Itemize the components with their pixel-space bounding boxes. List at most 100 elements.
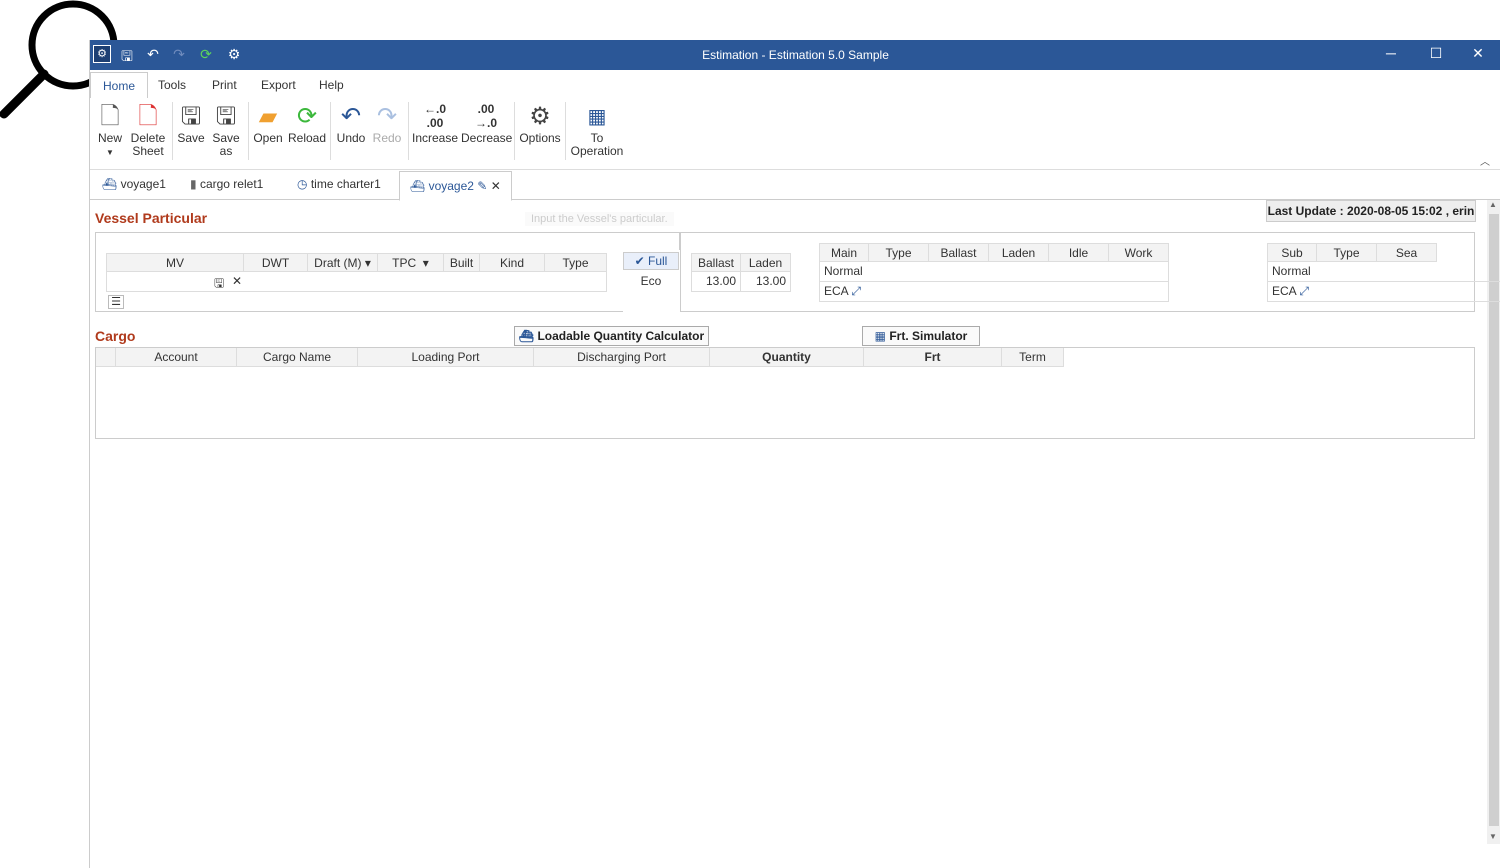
- ship-icon: ⛴: [518, 329, 535, 343]
- col-main-work: Work: [1109, 243, 1169, 262]
- eco-toggle[interactable]: Eco: [623, 274, 679, 288]
- list-icon[interactable]: ☰: [108, 295, 124, 309]
- col-sub: Sub: [1267, 243, 1317, 262]
- main-normal-row: Normal: [819, 262, 1169, 282]
- sub-eca-row: ECA ⤢: [1267, 282, 1500, 302]
- expand-icon[interactable]: ⤢: [851, 284, 861, 298]
- save-icon: 🖫: [180, 103, 202, 130]
- collapse-ribbon-icon[interactable]: ︿: [1480, 153, 1490, 168]
- col-sub-type: Type: [1317, 243, 1377, 262]
- col-frt: Frt: [864, 348, 1002, 367]
- increase-decimal-icon: ←.0.00: [423, 102, 446, 130]
- menu-help[interactable]: Help: [319, 78, 344, 92]
- col-main-laden: Laden: [989, 243, 1049, 262]
- col-main-idle: Idle: [1049, 243, 1109, 262]
- options-button[interactable]: ⚙ Options: [518, 102, 562, 145]
- vessel-hint: Input the Vessel's particular.: [525, 212, 674, 226]
- minimize-icon[interactable]: ─: [1376, 45, 1406, 61]
- col-account: Account: [116, 348, 237, 367]
- expand-icon[interactable]: ⤢: [1299, 284, 1309, 298]
- loadable-quantity-calculator-button[interactable]: ⛴ Loadable Quantity Calculator: [514, 326, 709, 346]
- app-window: ⚙ 🖫 ↶ ↷ ⟳ ⚙ Estimation - Estimation 5.0 …: [89, 40, 1500, 868]
- col-dwt: DWT: [244, 253, 308, 272]
- redo-button[interactable]: ↷ Redo: [371, 102, 403, 145]
- menu-bar: Home Tools Print Export Help: [90, 70, 1500, 100]
- folder-open-icon: ▰: [258, 103, 278, 130]
- col-sub-sea: Sea: [1377, 243, 1437, 262]
- edit-pencil-icon: ✎: [477, 179, 488, 193]
- gear-icon: ⚙: [529, 103, 551, 130]
- col-loading-port: Loading Port: [358, 348, 534, 367]
- redo-icon: ↷: [376, 103, 398, 130]
- reload-icon: ⟳: [296, 103, 318, 130]
- title-bar: ⚙ 🖫 ↶ ↷ ⟳ ⚙ Estimation - Estimation 5.0 …: [90, 40, 1500, 70]
- window-title: Estimation - Estimation 5.0 Sample: [702, 48, 889, 62]
- tab-voyage1[interactable]: ⛴ voyage1: [102, 177, 166, 191]
- ship-icon: ⛴: [102, 177, 118, 191]
- close-window-icon[interactable]: ✕: [1463, 45, 1493, 62]
- vessel-grid: MV DWT Draft (M) ▾ TPC ▾ Built Kind Type…: [95, 232, 680, 312]
- document-tabs: ⛴ voyage1 ▮ cargo relet1 ◷ time charter1…: [90, 171, 1500, 201]
- col-quantity: Quantity: [710, 348, 864, 367]
- new-sheet-icon: 🗋: [100, 103, 120, 130]
- save-vessel-icon[interactable]: 🖫: [214, 274, 224, 295]
- col-tpc[interactable]: TPC ▾: [378, 253, 444, 272]
- full-toggle[interactable]: ✔ Full: [623, 252, 679, 270]
- main-eca-row: ECA ⤢: [819, 282, 1169, 302]
- ribbon: 🗋 New ▼ 🗋 Delete Sheet 🖫 Save 🖫 Save as ▰ Open ⟳…: [90, 98, 1500, 170]
- clock-icon: ◷: [297, 177, 308, 191]
- col-discharging-port: Discharging Port: [534, 348, 710, 367]
- ship-icon: ⛴: [410, 179, 426, 193]
- grid-operation-icon: ▦: [587, 106, 607, 128]
- cargo-grid: Account Cargo Name Loading Port Discharg…: [95, 347, 1475, 439]
- col-built: Built: [444, 253, 480, 272]
- decrease-decimal-icon: .00 →.0: [474, 102, 497, 130]
- ballast-speed[interactable]: 13.00: [691, 272, 741, 292]
- menu-print[interactable]: Print: [212, 78, 237, 92]
- close-tab-icon[interactable]: ✕: [491, 179, 501, 193]
- undo-button[interactable]: ↶ Undo: [334, 102, 368, 145]
- sub-normal-row: Normal: [1267, 262, 1500, 282]
- maximize-icon[interactable]: ☐: [1421, 45, 1451, 62]
- cargo-title: Cargo: [95, 328, 136, 344]
- cargo-icon: ▮: [190, 177, 197, 191]
- col-main-ballast: Ballast: [929, 243, 989, 262]
- speed-consumption-grid: Ballast Laden 13.00 13.00 Main Type Ball…: [680, 232, 1500, 312]
- speed-mode: ✔ Full Eco: [623, 250, 681, 312]
- calculator-icon: ▦: [874, 329, 886, 343]
- last-update: Last Update : 2020-08-05 15:02 , erin: [1266, 200, 1476, 222]
- col-cargo-name: Cargo Name: [237, 348, 358, 367]
- col-type: Type: [545, 253, 607, 272]
- col-draft[interactable]: Draft (M) ▾: [308, 253, 378, 272]
- undo-icon: ↶: [340, 103, 362, 130]
- clear-vessel-icon[interactable]: ✕: [232, 274, 242, 288]
- delete-sheet-icon: 🗋: [138, 103, 158, 130]
- col-term: Term: [1002, 348, 1064, 367]
- reload-button[interactable]: ⟳ Reload: [288, 102, 326, 145]
- save-as-button[interactable]: 🖫 Save as: [211, 102, 241, 158]
- vessel-particular-title: Vessel Particular: [95, 210, 208, 226]
- increase-decimal-button[interactable]: ←.0.00 Increase: [412, 102, 458, 145]
- tab-time-charter1[interactable]: ◷ time charter1: [297, 177, 381, 191]
- save-as-icon: 🖫: [215, 103, 237, 130]
- decrease-decimal-button[interactable]: .00 →.0 Decrease: [461, 102, 512, 145]
- col-main: Main: [819, 243, 869, 262]
- menu-home[interactable]: Home: [90, 72, 149, 100]
- menu-tools[interactable]: Tools: [158, 78, 186, 92]
- col-laden: Laden: [741, 253, 791, 272]
- open-button[interactable]: ▰ Open: [252, 102, 284, 145]
- to-operation-button[interactable]: ▦ To Operation: [568, 102, 626, 158]
- new-button[interactable]: 🗋 New ▼: [95, 102, 125, 159]
- delete-sheet-button[interactable]: 🗋 Delete Sheet: [130, 102, 166, 158]
- menu-export[interactable]: Export: [261, 78, 296, 92]
- tab-voyage2[interactable]: ⛴ voyage2 ✎ ✕: [399, 171, 512, 201]
- vessel-row[interactable]: [106, 272, 607, 292]
- save-button[interactable]: 🖫 Save: [176, 102, 206, 145]
- laden-speed[interactable]: 13.00: [741, 272, 791, 292]
- frt-simulator-button[interactable]: ▦ Frt. Simulator: [862, 326, 980, 346]
- tab-cargo-relet1[interactable]: ▮ cargo relet1: [190, 177, 263, 191]
- col-mv: MV: [106, 253, 244, 272]
- col-ballast: Ballast: [691, 253, 741, 272]
- col-kind: Kind: [480, 253, 545, 272]
- col-main-type: Type: [869, 243, 929, 262]
